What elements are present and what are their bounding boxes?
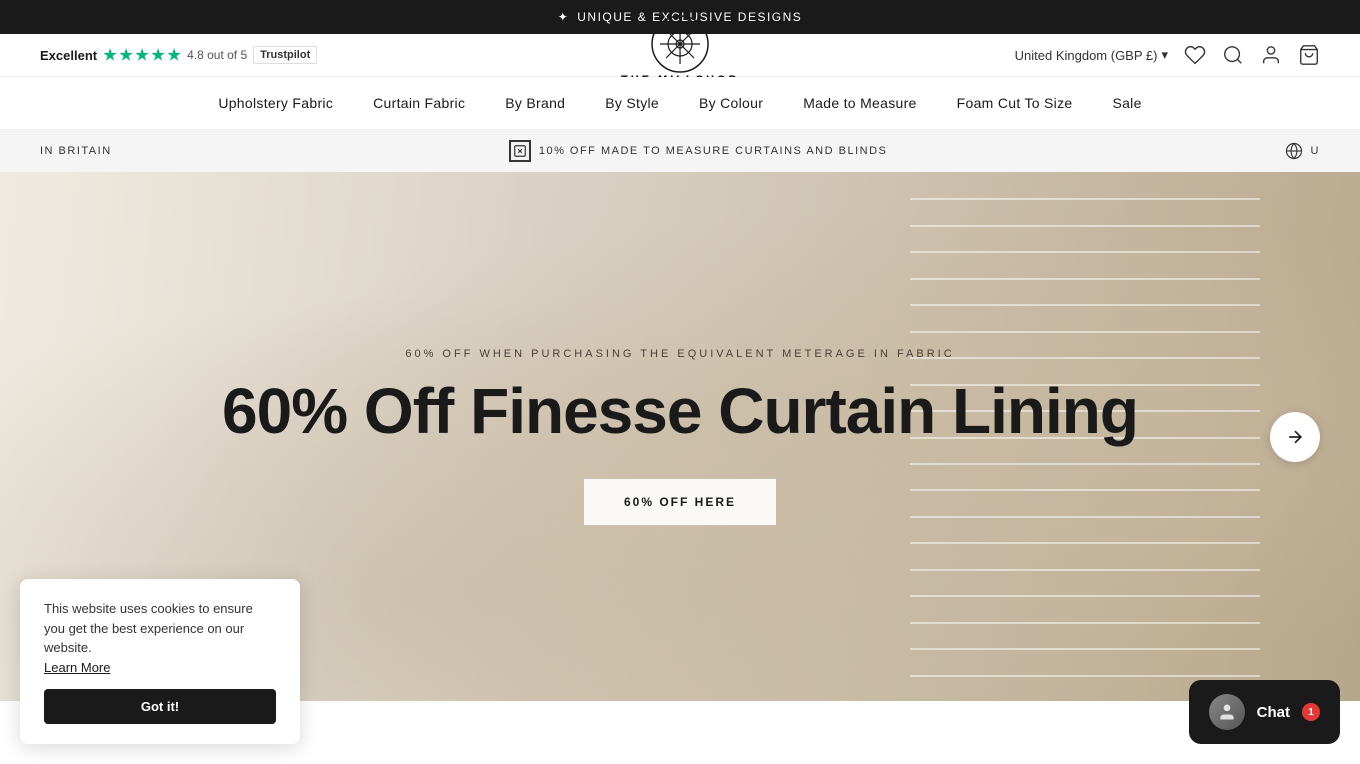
- promo-britain-text: IN BRITAIN: [40, 145, 112, 157]
- chevron-down-icon: ▾: [1161, 47, 1168, 63]
- promo-center-text: 10% OFF MADE TO MEASURE CURTAINS AND BLI…: [539, 145, 888, 157]
- header-actions: United Kingdom (GBP £) ▾: [1015, 44, 1320, 66]
- star-rating: [103, 48, 181, 62]
- promo-right: U: [1285, 142, 1320, 160]
- hero-content: 60% OFF WHEN PURCHASING THE EQUIVALENT M…: [182, 348, 1178, 524]
- header: Excellent 4.8 out of 5 Trustpilot THE MI…: [0, 34, 1360, 77]
- nav-sale[interactable]: Sale: [1112, 77, 1141, 129]
- heart-icon: [1184, 44, 1206, 66]
- search-icon: [1222, 44, 1244, 66]
- cookie-learn-more-link[interactable]: Learn More: [44, 660, 110, 675]
- cart-button[interactable]: [1298, 44, 1320, 66]
- trustpilot-rating: Excellent 4.8 out of 5 Trustpilot: [40, 46, 317, 64]
- arrow-right-icon: [1285, 427, 1305, 447]
- star-3: [135, 48, 149, 62]
- chat-label: Chat: [1257, 704, 1290, 721]
- region-label: United Kingdom (GBP £): [1015, 48, 1158, 63]
- hero-next-arrow[interactable]: [1270, 412, 1320, 462]
- user-icon: [1260, 44, 1282, 66]
- cookie-banner: This website uses cookies to ensure you …: [20, 579, 300, 744]
- scissors-icon: [513, 144, 527, 158]
- chat-avatar: [1209, 694, 1245, 730]
- main-nav: Upholstery Fabric Curtain Fabric By Bran…: [0, 77, 1360, 130]
- promo-bar: IN BRITAIN 10% OFF MADE TO MEASURE CURTA…: [0, 130, 1360, 172]
- logo-icon: [650, 14, 710, 74]
- star-2: [119, 48, 133, 62]
- trustpilot-logo: Trustpilot: [253, 46, 317, 64]
- search-button[interactable]: [1222, 44, 1244, 66]
- account-button[interactable]: [1260, 44, 1282, 66]
- nav-curtain-fabric[interactable]: Curtain Fabric: [373, 77, 465, 129]
- promo-center: 10% OFF MADE TO MEASURE CURTAINS AND BLI…: [509, 140, 888, 162]
- chat-widget[interactable]: Chat 1: [1189, 680, 1340, 744]
- announcement-icon: ✦: [558, 10, 570, 24]
- nav-upholstery-fabric[interactable]: Upholstery Fabric: [218, 77, 333, 129]
- nav-by-brand[interactable]: By Brand: [505, 77, 565, 129]
- nav-foam-cut-to-size[interactable]: Foam Cut To Size: [957, 77, 1073, 129]
- rating-text: 4.8 out of 5: [187, 48, 247, 62]
- hero-cta-button[interactable]: 60% OFF HERE: [584, 479, 776, 525]
- region-selector[interactable]: United Kingdom (GBP £) ▾: [1015, 47, 1168, 63]
- cookie-body-text: This website uses cookies to ensure you …: [44, 599, 276, 677]
- promo-left: IN BRITAIN: [40, 145, 112, 157]
- excellent-label: Excellent: [40, 48, 97, 63]
- nav-by-style[interactable]: By Style: [605, 77, 659, 129]
- cart-icon: [1298, 44, 1320, 66]
- promo-center-icon: [509, 140, 531, 162]
- nav-by-colour[interactable]: By Colour: [699, 77, 763, 129]
- hero-title: 60% Off Finesse Curtain Lining: [222, 376, 1138, 446]
- chat-badge: 1: [1302, 703, 1320, 721]
- nav-made-to-measure[interactable]: Made to Measure: [803, 77, 916, 129]
- star-5: [167, 48, 181, 62]
- hero-subtitle: 60% OFF WHEN PURCHASING THE EQUIVALENT M…: [222, 348, 1138, 360]
- chat-avatar-icon: [1217, 702, 1237, 722]
- wishlist-button[interactable]: [1184, 44, 1206, 66]
- globe-icon: [1285, 142, 1303, 160]
- cookie-got-it-button[interactable]: Got it!: [44, 689, 276, 724]
- star-1: [103, 48, 117, 62]
- star-4: [151, 48, 165, 62]
- promo-right-text: U: [1311, 145, 1320, 157]
